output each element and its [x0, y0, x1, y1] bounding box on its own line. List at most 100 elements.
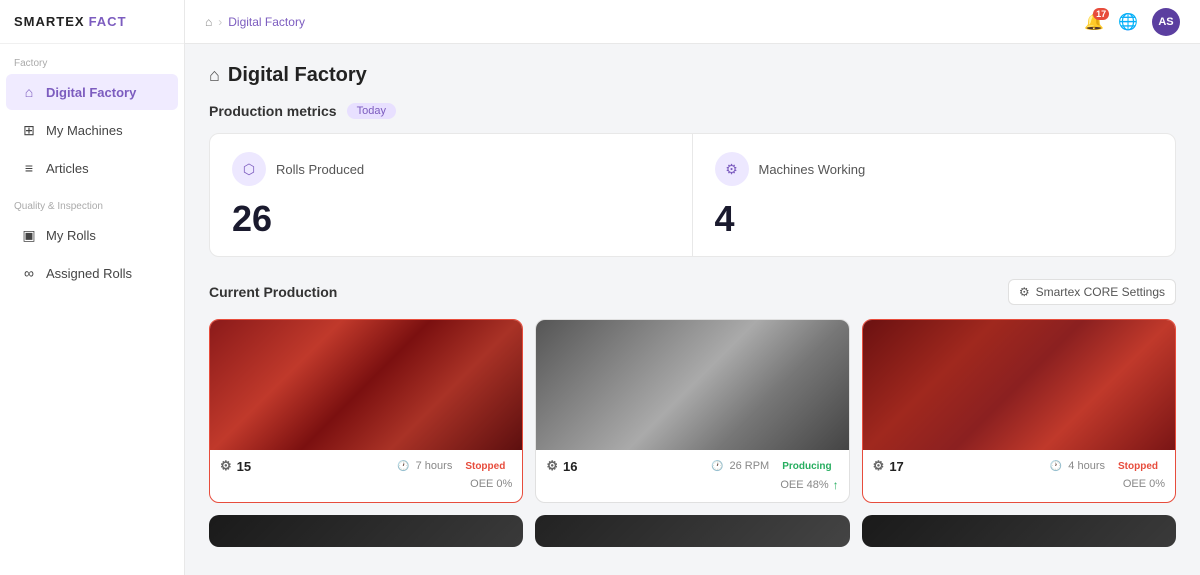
machine-footer-15: ⚙ 15 🕐 7 hours Stopped OEE 0%	[210, 450, 522, 500]
breadcrumb-home-icon[interactable]: ⌂	[205, 15, 212, 29]
machine-hours: 4 hours	[1068, 460, 1105, 472]
machine-image-17	[863, 320, 1175, 450]
smartex-core-settings-button[interactable]: ⚙ Smartex CORE Settings	[1008, 279, 1176, 305]
settings-btn-label: Smartex CORE Settings	[1036, 285, 1165, 299]
metric-rolls-produced: ⬡ Rolls Produced 26	[210, 134, 693, 256]
machine-meta-17: 🕐 4 hours Stopped	[1050, 459, 1165, 474]
machine-id-16: ⚙ 16	[546, 458, 577, 474]
clock-icon: 🕐	[1050, 461, 1062, 472]
settings-icon: ⚙	[1019, 285, 1030, 299]
rpm-icon: 🕐	[711, 461, 723, 472]
notification-badge: 17	[1093, 8, 1109, 20]
machine-card-partial-2[interactable]	[535, 515, 849, 547]
breadcrumb-current: Digital Factory	[228, 15, 305, 29]
production-section-title: Current Production	[209, 284, 337, 300]
language-button[interactable]: 🌐	[1118, 12, 1138, 32]
machine-meta-15: 🕐 7 hours Stopped	[397, 459, 512, 474]
sidebar-item-articles[interactable]: ≡ Articles	[6, 150, 178, 186]
metrics-section-header: Production metrics Today	[209, 103, 1176, 119]
machine-image-16	[536, 320, 848, 450]
machine-id-15: ⚙ 15	[220, 458, 251, 474]
page-content: ⌂ Digital Factory Production metrics Tod…	[185, 44, 1200, 575]
metric-header: ⚙ Machines Working	[715, 152, 1154, 186]
sidebar-item-label: My Machines	[46, 123, 123, 138]
machine-card-partial-3[interactable]	[862, 515, 1176, 547]
sidebar-section-factory: Factory	[0, 44, 184, 73]
oee-row-15: OEE 0%	[220, 478, 512, 496]
machines-grid-bottom	[209, 515, 1176, 547]
rolls-icon: ▣	[20, 226, 38, 244]
machines-metric-icon: ⚙	[715, 152, 749, 186]
oee-row-17: OEE 0%	[873, 478, 1165, 496]
sidebar-item-assigned-rolls[interactable]: ∞ Assigned Rolls	[6, 255, 178, 291]
breadcrumb: ⌂ › Digital Factory	[205, 15, 305, 29]
machine-footer-17: ⚙ 17 🕐 4 hours Stopped OEE 0%	[863, 450, 1175, 500]
page-header-icon: ⌂	[209, 65, 220, 86]
status-badge-17: Stopped	[1111, 459, 1165, 474]
machine-card-partial-1[interactable]	[209, 515, 523, 547]
infinity-icon: ∞	[20, 264, 38, 282]
machine-gear-icon: ⚙	[873, 458, 885, 474]
logo-name: SMARTEX	[14, 14, 85, 29]
machine-gear-icon: ⚙	[220, 458, 232, 474]
machine-card-16[interactable]: ⚙ 16 🕐 26 RPM Producing OEE 48% ↑	[535, 319, 849, 503]
list-icon: ≡	[20, 159, 38, 177]
metric-machines-working: ⚙ Machines Working 4	[693, 134, 1176, 256]
today-badge: Today	[347, 103, 396, 119]
oee-arrow-16: ↑	[833, 478, 839, 492]
machines-working-label: Machines Working	[759, 162, 866, 177]
breadcrumb-separator: ›	[218, 15, 222, 29]
notification-button[interactable]: 🔔 17	[1084, 12, 1104, 32]
page-title: Digital Factory	[228, 64, 367, 87]
machine-footer-row: ⚙ 16 🕐 26 RPM Producing	[546, 458, 838, 474]
machine-footer-row: ⚙ 17 🕐 4 hours Stopped	[873, 458, 1165, 474]
sidebar-item-label: Articles	[46, 161, 89, 176]
topbar-actions: 🔔 17 🌐 AS	[1084, 8, 1180, 36]
rolls-produced-label: Rolls Produced	[276, 162, 364, 177]
sidebar: SMARTEX FACT Factory ⌂ Digital Factory ⊞…	[0, 0, 185, 575]
logo: SMARTEX FACT	[0, 0, 184, 44]
machine-card-17[interactable]: ⚙ 17 🕐 4 hours Stopped OEE 0%	[862, 319, 1176, 503]
status-badge-16: Producing	[775, 459, 838, 474]
machine-meta-16: 🕐 26 RPM Producing	[711, 459, 839, 474]
main-content: ⌂ › Digital Factory 🔔 17 🌐 AS ⌂ Digital …	[185, 0, 1200, 575]
grid-icon: ⊞	[20, 121, 38, 139]
machines-working-value: 4	[715, 198, 1154, 240]
oee-row-16: OEE 48% ↑	[546, 478, 838, 498]
machine-image-15	[210, 320, 522, 450]
sidebar-item-label: Assigned Rolls	[46, 266, 132, 281]
machine-card-15[interactable]: ⚙ 15 🕐 7 hours Stopped OEE 0%	[209, 319, 523, 503]
rolls-icon: ⬡	[243, 161, 255, 178]
page-header: ⌂ Digital Factory	[209, 64, 1176, 87]
metric-header: ⬡ Rolls Produced	[232, 152, 670, 186]
machine-id-17: ⚙ 17	[873, 458, 904, 474]
sidebar-section-quality: Quality & Inspection	[0, 187, 184, 216]
oee-value-17: OEE 0%	[1123, 478, 1165, 490]
machine-footer-16: ⚙ 16 🕐 26 RPM Producing OEE 48% ↑	[536, 450, 848, 502]
machine-gear-icon: ⚙	[546, 458, 558, 474]
home-icon: ⌂	[20, 83, 38, 101]
machine-number: 17	[889, 459, 903, 474]
machine-hours: 7 hours	[416, 460, 453, 472]
sidebar-item-my-rolls[interactable]: ▣ My Rolls	[6, 217, 178, 253]
oee-value-16: OEE 48%	[780, 479, 828, 491]
metrics-section-title: Production metrics	[209, 103, 337, 119]
logo-accent: FACT	[89, 14, 127, 29]
sidebar-item-label: My Rolls	[46, 228, 96, 243]
sidebar-item-digital-factory[interactable]: ⌂ Digital Factory	[6, 74, 178, 110]
production-section-header: Current Production ⚙ Smartex CORE Settin…	[209, 279, 1176, 305]
rolls-metric-icon: ⬡	[232, 152, 266, 186]
machine-number: 16	[563, 459, 577, 474]
machines-grid: ⚙ 15 🕐 7 hours Stopped OEE 0%	[209, 319, 1176, 503]
avatar[interactable]: AS	[1152, 8, 1180, 36]
sidebar-item-label: Digital Factory	[46, 85, 136, 100]
clock-icon: 🕐	[397, 461, 409, 472]
status-badge-15: Stopped	[458, 459, 512, 474]
topbar: ⌂ › Digital Factory 🔔 17 🌐 AS	[185, 0, 1200, 44]
sidebar-item-my-machines[interactable]: ⊞ My Machines	[6, 112, 178, 148]
machine-number: 15	[237, 459, 251, 474]
oee-value-15: OEE 0%	[470, 478, 512, 490]
metrics-row: ⬡ Rolls Produced 26 ⚙ Machines Working 4	[209, 133, 1176, 257]
gear-metric-icon: ⚙	[725, 161, 738, 178]
rolls-produced-value: 26	[232, 198, 670, 240]
